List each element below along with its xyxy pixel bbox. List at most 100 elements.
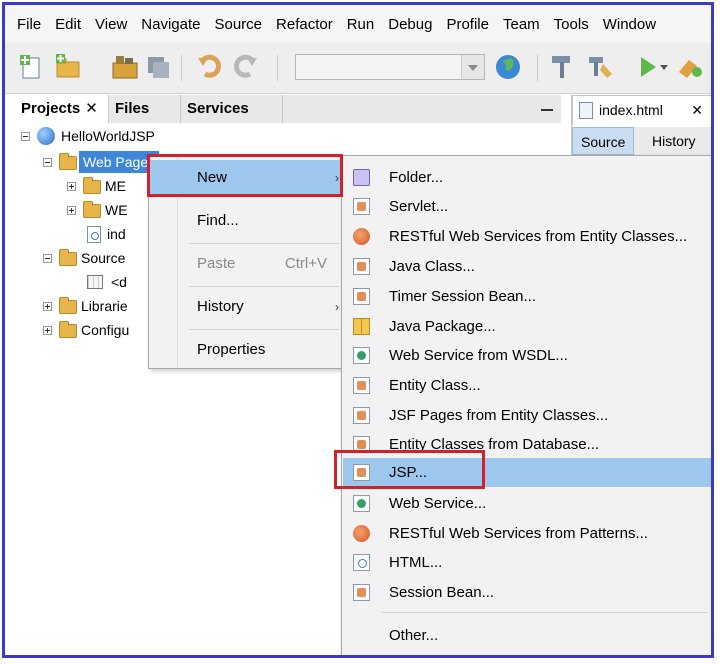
java-package-icon (353, 318, 370, 335)
menu-run[interactable]: Run (340, 16, 382, 33)
submenu-item-restful-entity[interactable]: RESTful Web Services from Entity Classes… (343, 222, 711, 251)
submenu-item-jsp[interactable]: JSP... (343, 458, 711, 487)
submenu-item-java-class[interactable]: Java Class... (343, 252, 711, 281)
editor-tab-index-html[interactable]: index.html ✕ (572, 95, 711, 125)
web-service-icon (353, 347, 370, 364)
tab-files-label: Files (115, 100, 150, 117)
submenu-item-label: RESTful Web Services from Patterns... (389, 525, 648, 542)
new-file-icon[interactable] (17, 52, 47, 82)
tab-history[interactable]: History (644, 127, 704, 155)
submenu-item-label: JSF Pages from Entity Classes... (389, 407, 609, 424)
menu-item-label: History (197, 298, 244, 315)
close-icon[interactable]: ✕ (85, 100, 98, 117)
menu-item-properties[interactable]: Properties (150, 332, 343, 368)
folder-icon (353, 169, 370, 186)
close-icon[interactable]: ✕ (691, 96, 703, 124)
menu-item-history[interactable]: History › (150, 289, 343, 325)
tree-node-project[interactable]: HelloWorldJSP (15, 125, 315, 147)
submenu-item-folder[interactable]: Folder... (343, 163, 711, 192)
folder-icon (83, 201, 101, 218)
menu-edit[interactable]: Edit (48, 16, 88, 33)
submenu-item-restful-patterns[interactable]: RESTful Web Services from Patterns... (343, 519, 711, 548)
open-project-icon[interactable] (110, 52, 140, 82)
chevron-down-icon[interactable] (657, 52, 671, 82)
redo-icon[interactable] (230, 52, 260, 82)
menu-separator (189, 243, 339, 244)
minimize-icon[interactable] (541, 109, 553, 111)
submenu-item-other[interactable]: Other... (343, 621, 711, 650)
tree-node-label: Configu (81, 322, 130, 338)
folder-icon (83, 177, 101, 194)
submenu-item-html[interactable]: HTML... (343, 548, 711, 577)
menu-profile[interactable]: Profile (439, 16, 496, 33)
menu-item-shortcut: Ctrl+V (284, 255, 327, 272)
new-project-icon[interactable] (53, 52, 83, 82)
build-hammer-icon[interactable] (547, 52, 577, 82)
expand-icon[interactable] (43, 326, 52, 335)
submenu-item-web-service-wsdl[interactable]: Web Service from WSDL... (343, 341, 711, 370)
save-all-icon[interactable] (143, 52, 173, 82)
submenu-item-timer-session-bean[interactable]: Timer Session Bean... (343, 282, 711, 311)
tree-node-label: Source (81, 250, 126, 266)
projects-panel-tabs: Projects ✕ Files Services (15, 95, 561, 124)
submenu-item-label: Entity Classes from Database... (389, 436, 600, 453)
menu-window[interactable]: Window (596, 16, 663, 33)
menu-item-paste[interactable]: Paste Ctrl+V (150, 246, 343, 282)
servlet-icon (353, 198, 370, 215)
menu-item-label: New (197, 169, 228, 186)
submenu-item-entity-class[interactable]: Entity Class... (343, 371, 711, 400)
menu-item-label: Paste (197, 255, 236, 272)
entity-class-icon (353, 377, 370, 394)
menu-bar: File Edit View Navigate Source Refactor … (5, 5, 711, 43)
debug-icon[interactable] (675, 52, 705, 82)
submenu-item-label: HTML... (389, 554, 443, 571)
collapse-icon[interactable] (43, 254, 52, 263)
menu-item-find[interactable]: Find... (150, 203, 343, 239)
submenu-item-jsf-pages[interactable]: JSF Pages from Entity Classes... (343, 401, 711, 430)
globe-icon[interactable] (493, 52, 523, 82)
submenu-item-java-package[interactable]: Java Package... (343, 312, 711, 341)
tab-projects[interactable]: Projects ✕ (15, 95, 109, 123)
jsp-icon (353, 464, 370, 481)
menu-separator (189, 329, 339, 330)
menu-refactor[interactable]: Refactor (269, 16, 340, 33)
submenu-item-label: Timer Session Bean... (389, 288, 537, 305)
submenu-item-label: Entity Class... (389, 377, 481, 394)
collapse-icon[interactable] (21, 132, 30, 141)
collapse-icon[interactable] (43, 158, 52, 167)
tab-services[interactable]: Services (181, 95, 283, 123)
tab-files[interactable]: Files (109, 95, 181, 123)
chevron-down-icon[interactable] (461, 55, 484, 79)
submenu-item-label: Folder... (389, 169, 444, 186)
expand-icon[interactable] (67, 182, 76, 191)
submenu-item-session-bean[interactable]: Session Bean... (343, 578, 711, 607)
menu-source[interactable]: Source (207, 16, 269, 33)
web-project-icon (37, 127, 55, 145)
submenu-item-web-service[interactable]: Web Service... (343, 489, 711, 518)
package-icon (87, 275, 103, 289)
submenu-item-servlet[interactable]: Servlet... (343, 192, 711, 221)
context-menu: New › Find... Paste Ctrl+V History › Pro… (148, 155, 345, 369)
expand-icon[interactable] (67, 206, 76, 215)
menu-tools[interactable]: Tools (547, 16, 596, 33)
menu-item-new[interactable]: New › (150, 160, 343, 196)
menu-file[interactable]: File (5, 16, 48, 33)
menu-debug[interactable]: Debug (381, 16, 439, 33)
configuration-combo[interactable] (295, 54, 485, 80)
tree-node-label: ind (107, 226, 126, 242)
menu-navigate[interactable]: Navigate (134, 16, 207, 33)
html-file-icon (353, 554, 370, 571)
expand-icon[interactable] (43, 302, 52, 311)
menu-team[interactable]: Team (496, 16, 547, 33)
html-file-icon (87, 226, 101, 243)
clean-build-icon[interactable] (585, 52, 615, 82)
chevron-right-icon: › (335, 171, 339, 185)
undo-icon[interactable] (195, 52, 225, 82)
submenu-item-entity-from-db[interactable]: Entity Classes from Database... (343, 430, 711, 459)
tab-projects-label: Projects (21, 100, 81, 117)
new-submenu: Folder... Servlet... RESTful Web Service… (341, 155, 711, 655)
submenu-item-label: Web Service... (389, 495, 487, 512)
restful-icon (353, 525, 370, 542)
menu-view[interactable]: View (88, 16, 134, 33)
tab-source[interactable]: Source (572, 127, 635, 155)
